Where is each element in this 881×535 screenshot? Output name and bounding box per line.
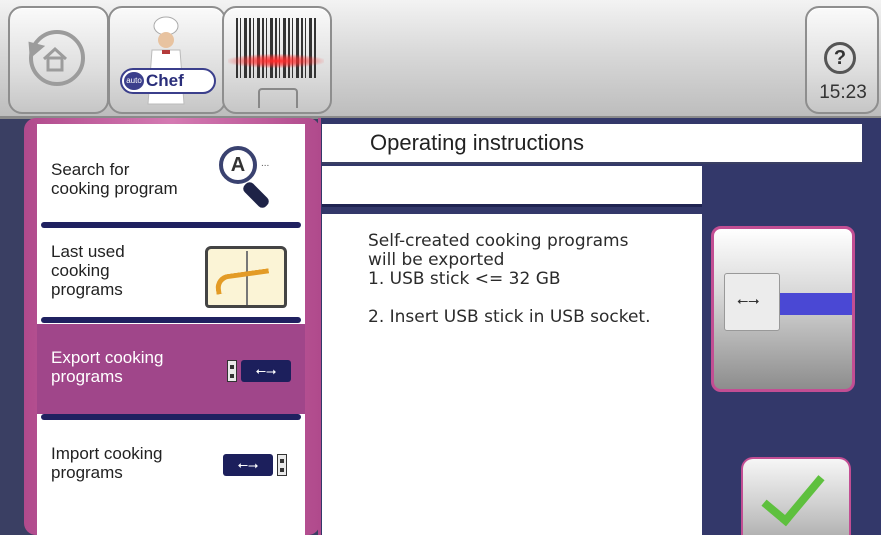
scanner-handle-icon bbox=[258, 88, 298, 108]
clock: 15:23 bbox=[819, 82, 867, 103]
autochef-logo-prefix: auto bbox=[124, 72, 144, 90]
usb-symbol: ⭠⭢ bbox=[737, 292, 760, 308]
menu-item-search[interactable]: Search for cooking program A ... bbox=[37, 124, 305, 220]
magnifier-handle-icon bbox=[241, 180, 271, 210]
menu-item-label: Import cooking bbox=[51, 444, 163, 463]
page-title-bar: Operating instructions bbox=[322, 124, 862, 164]
instruction-line: Self-created cooking programs bbox=[368, 231, 629, 251]
help-button[interactable]: ? 15:23 bbox=[805, 6, 879, 114]
menu-item-label: Last used bbox=[51, 242, 125, 261]
subtitle-bar bbox=[322, 166, 702, 207]
menu-item-label: Search for bbox=[51, 160, 130, 179]
usb-stick-body bbox=[776, 293, 852, 315]
menu-divider bbox=[41, 317, 301, 323]
back-home-button[interactable] bbox=[8, 6, 109, 114]
laser-beam-icon bbox=[228, 54, 324, 68]
top-toolbar: auto Chef ? 15:23 bbox=[0, 0, 881, 119]
barcode-icon bbox=[236, 18, 316, 78]
autochef-button[interactable]: auto Chef bbox=[108, 6, 226, 114]
instruction-line: will be exported bbox=[368, 250, 505, 270]
usb-plug-icon bbox=[277, 454, 287, 476]
instruction-line: 1. USB stick <= 32 GB bbox=[368, 269, 561, 289]
barcode-scanner-button[interactable] bbox=[222, 6, 332, 114]
help-icon: ? bbox=[824, 42, 856, 74]
usb-stick-connector: ⭠⭢ bbox=[724, 273, 780, 331]
usb-export-icon: ⭠⭢ bbox=[241, 360, 291, 382]
search-dots: ... bbox=[261, 158, 270, 169]
checkmark-icon bbox=[761, 459, 825, 527]
instruction-line bbox=[368, 289, 651, 308]
menu-divider bbox=[41, 222, 301, 228]
autochef-logo: auto Chef bbox=[120, 68, 216, 94]
menu-item-label: Export cooking bbox=[51, 348, 164, 367]
menu-item-import[interactable]: Import cooking programs ⭠⭢ bbox=[37, 422, 305, 522]
confirm-button[interactable] bbox=[741, 457, 851, 535]
menu-item-label: cooking bbox=[51, 261, 110, 280]
autochef-logo-name: Chef bbox=[146, 71, 184, 90]
menu-item-label: cooking program bbox=[51, 179, 178, 198]
usb-import-icon: ⭠⭢ bbox=[223, 454, 273, 476]
search-magnifier-icon: A bbox=[219, 146, 257, 184]
menu-divider bbox=[41, 414, 301, 420]
menu-item-export[interactable]: Export cooking programs ⭠⭢ bbox=[37, 324, 305, 414]
home-icon bbox=[42, 46, 68, 72]
instructions-panel: Self-created cooking programs will be ex… bbox=[322, 214, 702, 535]
usb-plug-icon bbox=[227, 360, 237, 382]
menu-item-label: programs bbox=[51, 280, 123, 299]
left-menu: Search for cooking program A ... Last us… bbox=[37, 124, 305, 535]
instruction-line: 2. Insert USB stick in USB socket. bbox=[368, 307, 651, 327]
usb-stick-image: ⭠⭢ bbox=[711, 226, 855, 392]
menu-item-label: programs bbox=[51, 367, 123, 386]
menu-item-label: programs bbox=[51, 463, 123, 482]
page-title: Operating instructions bbox=[370, 130, 584, 155]
